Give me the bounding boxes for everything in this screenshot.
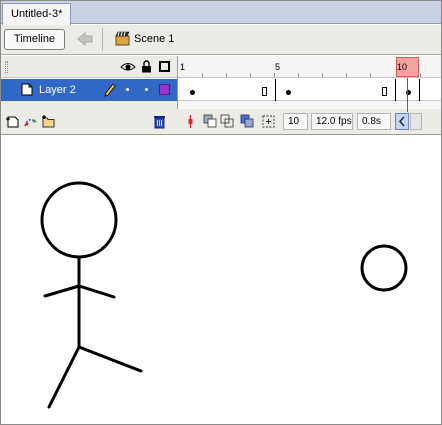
stick-figure-leg-left bbox=[47, 345, 81, 409]
stage-artwork bbox=[40, 181, 408, 409]
layer-list-empty-area bbox=[1, 101, 177, 109]
end-frame-marker bbox=[262, 87, 267, 96]
edit-multiple-frames-icon[interactable] bbox=[240, 114, 255, 129]
onion-skin-outlines-icon[interactable] bbox=[220, 114, 235, 129]
modify-onion-markers-icon[interactable] bbox=[261, 114, 276, 129]
ruler-label-5: 5 bbox=[275, 62, 281, 72]
insert-folder-icon[interactable] bbox=[41, 114, 56, 129]
playhead-line bbox=[407, 78, 408, 112]
eye-icon[interactable] bbox=[120, 61, 136, 72]
ruler-tick bbox=[298, 73, 299, 77]
back-arrow-icon[interactable] bbox=[76, 32, 94, 46]
stick-figure bbox=[40, 181, 143, 409]
ruler-tick bbox=[322, 73, 323, 77]
timeline-bottom-bar: 10 12.0 fps 0.8s bbox=[1, 109, 441, 135]
stick-figure-head bbox=[40, 181, 118, 259]
onion-skin-icon[interactable] bbox=[203, 114, 218, 129]
add-layer-icon[interactable] bbox=[5, 114, 20, 129]
keyframe[interactable] bbox=[190, 90, 195, 95]
visibility-dot[interactable] bbox=[126, 88, 129, 91]
edit-bar: Timeline Scene 1 bbox=[1, 25, 441, 55]
frames-empty-area bbox=[178, 101, 441, 109]
frames-row[interactable] bbox=[178, 79, 441, 101]
ruler-tick bbox=[370, 73, 371, 77]
end-frame-marker bbox=[382, 87, 387, 96]
ruler-tick bbox=[274, 73, 275, 77]
scroll-left-button[interactable] bbox=[395, 113, 409, 130]
lock-dot[interactable] bbox=[145, 88, 148, 91]
ruler-tick bbox=[226, 73, 227, 77]
frame-ruler[interactable]: 1 5 10 bbox=[178, 56, 441, 78]
layer-icon bbox=[21, 83, 33, 96]
scene-icon bbox=[115, 31, 130, 46]
outline-icon[interactable] bbox=[159, 61, 170, 72]
layer-name[interactable]: Layer 2 bbox=[39, 84, 76, 96]
frame-rate-field[interactable]: 12.0 fps bbox=[311, 113, 353, 130]
pencil-icon bbox=[104, 83, 116, 97]
add-motion-guide-icon[interactable] bbox=[23, 114, 38, 129]
keyframe[interactable] bbox=[286, 90, 291, 95]
layer-outline-color-swatch[interactable] bbox=[159, 84, 170, 95]
ruler-tick bbox=[250, 73, 251, 77]
stick-figure-leg-right bbox=[77, 345, 143, 373]
chevron-left-icon bbox=[398, 116, 405, 127]
trash-icon[interactable] bbox=[152, 114, 167, 129]
layer-header bbox=[1, 56, 177, 78]
ruler-label-1: 1 bbox=[180, 62, 186, 72]
stage[interactable] bbox=[1, 136, 441, 424]
horizontal-scrollbar[interactable] bbox=[410, 113, 422, 130]
ruler-tick bbox=[202, 73, 203, 77]
current-frame-field: 10 bbox=[283, 113, 308, 130]
ball-circle bbox=[360, 244, 408, 292]
keyframe-divider bbox=[419, 79, 420, 101]
keyframe-divider bbox=[275, 79, 276, 101]
ruler-tick bbox=[420, 73, 421, 77]
timeline-toggle-button[interactable]: Timeline bbox=[4, 29, 65, 50]
flash-authoring-window: Untitled-3* Timeline Scene 1 1 5 10 Laye… bbox=[0, 0, 442, 425]
elapsed-time-field: 0.8s bbox=[357, 113, 391, 130]
document-tab[interactable]: Untitled-3* bbox=[2, 3, 72, 25]
lock-icon[interactable] bbox=[141, 60, 152, 73]
ruler-tick bbox=[346, 73, 347, 77]
panel-grip[interactable] bbox=[5, 61, 8, 73]
keyframe-divider bbox=[395, 79, 396, 101]
document-tab-bar: Untitled-3* bbox=[1, 1, 441, 25]
ruler-label-10: 10 bbox=[397, 62, 408, 72]
scene-label[interactable]: Scene 1 bbox=[134, 33, 174, 45]
layer-row[interactable]: Layer 2 bbox=[1, 79, 177, 101]
edit-bar-separator bbox=[102, 28, 103, 51]
center-frame-icon[interactable] bbox=[183, 114, 198, 129]
